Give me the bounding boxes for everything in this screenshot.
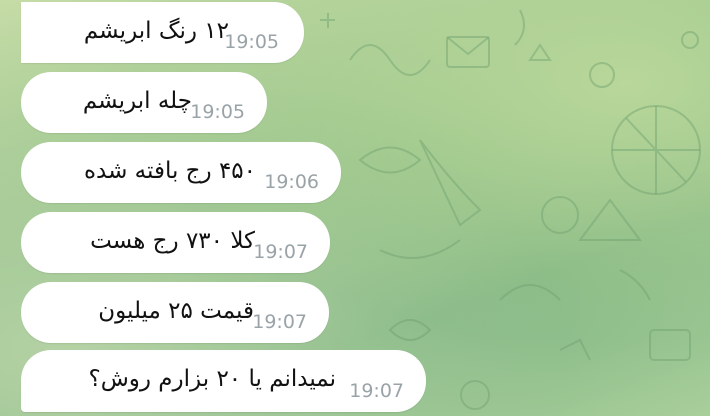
message-time: 19:06 bbox=[264, 171, 319, 193]
message-bubble[interactable]: نمیدانم یا ۲۰ بزارم روش؟ 19:07 bbox=[21, 350, 426, 412]
message-time: 19:07 bbox=[253, 241, 308, 263]
message-bubble[interactable]: ۱۲ رنگ ابریشم 19:05 bbox=[21, 2, 304, 63]
message-text: نمیدانم یا ۲۰ بزارم روش؟ bbox=[88, 366, 336, 392]
message-bubble[interactable]: کلا ۷۳۰ رج هست 19:07 bbox=[21, 212, 330, 273]
message-bubble[interactable]: ۴۵۰ رج بافته شده 19:06 bbox=[21, 142, 341, 203]
message-text: ۴۵۰ رج بافته شده bbox=[83, 158, 256, 184]
message-bubble[interactable]: چله ابریشم 19:05 bbox=[21, 72, 267, 133]
message-time: 19:05 bbox=[190, 101, 245, 123]
message-text: کلا ۷۳۰ رج هست bbox=[90, 228, 255, 254]
message-bubble[interactable]: قیمت ۲۵ میلیون 19:07 bbox=[21, 282, 329, 343]
message-text: چله ابریشم bbox=[82, 88, 192, 114]
message-text: قیمت ۲۵ میلیون bbox=[98, 298, 254, 324]
message-time: 19:07 bbox=[252, 311, 307, 333]
message-time: 19:05 bbox=[224, 31, 279, 53]
message-text: ۱۲ رنگ ابریشم bbox=[83, 18, 229, 44]
message-time: 19:07 bbox=[349, 380, 404, 402]
